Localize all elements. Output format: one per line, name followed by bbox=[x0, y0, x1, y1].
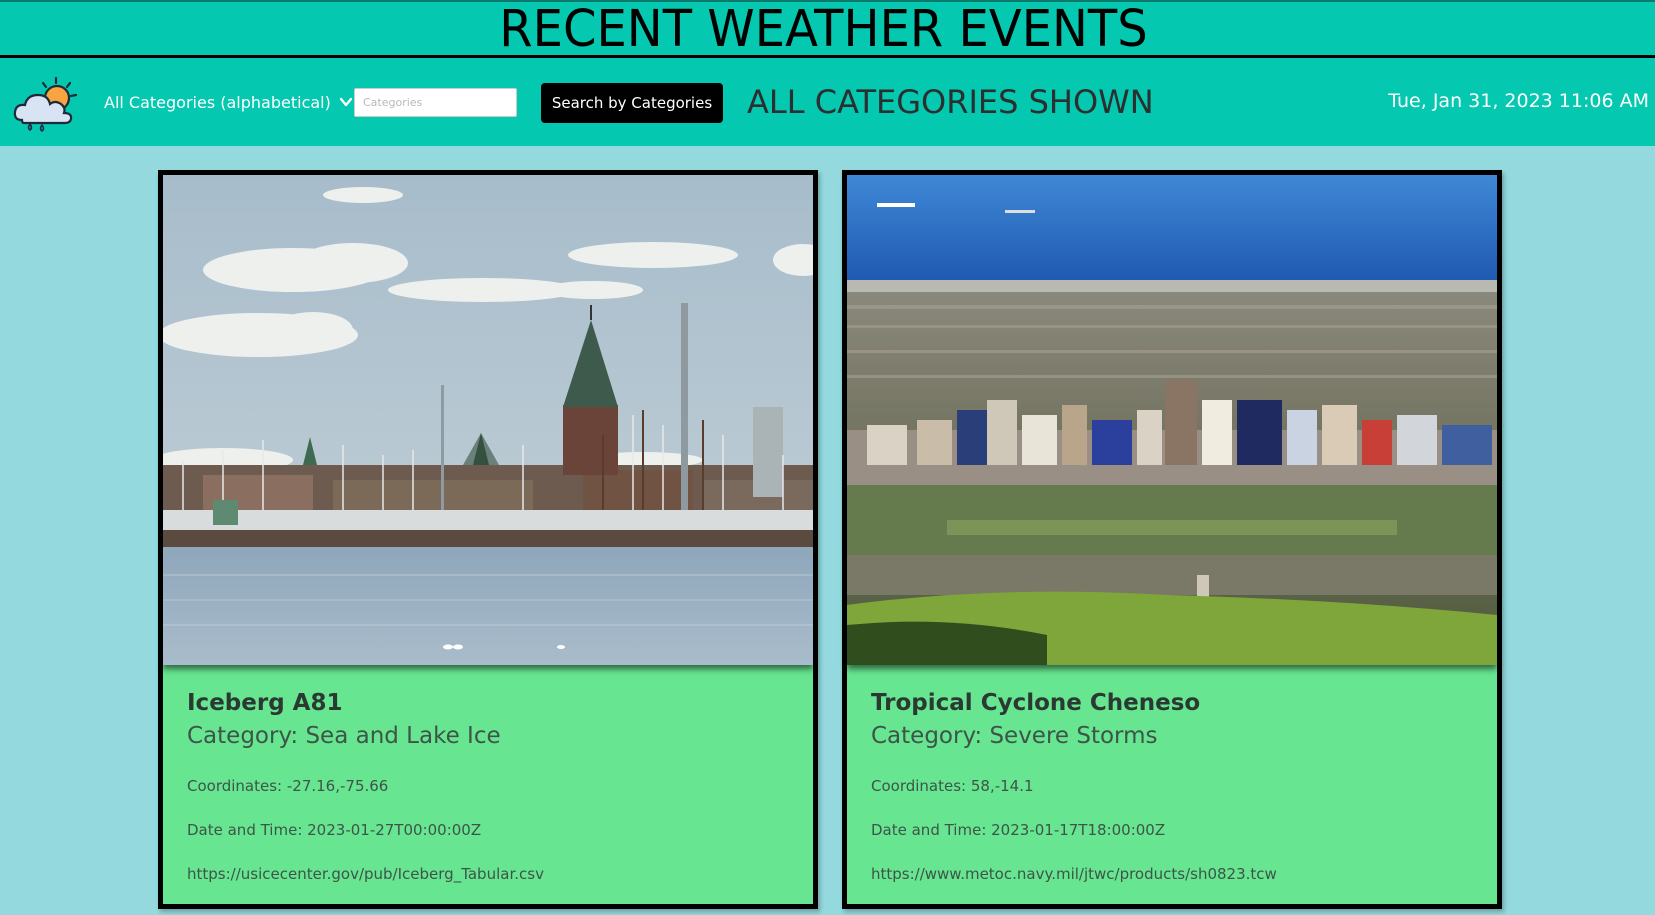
filter-status-heading: ALL CATEGORIES SHOWN bbox=[747, 83, 1154, 121]
search-by-categories-button[interactable]: Search by Categories bbox=[541, 83, 723, 123]
event-coordinates: Coordinates: 58,-14.1 bbox=[871, 777, 1034, 795]
event-category: Category: Severe Storms bbox=[871, 723, 1158, 749]
cloud-sun-rain-icon bbox=[13, 76, 78, 132]
nav-bar: All Categories (alphabetical) Search by … bbox=[0, 58, 1655, 146]
event-datetime: Date and Time: 2023-01-17T18:00:00Z bbox=[871, 821, 1166, 839]
event-category: Category: Sea and Lake Ice bbox=[187, 723, 501, 749]
category-search-input[interactable] bbox=[354, 88, 517, 117]
harbor-town-photo bbox=[163, 175, 813, 665]
event-card-body: Tropical Cyclone Cheneso Category: Sever… bbox=[871, 690, 1477, 883]
event-card-body: Iceberg A81 Category: Sea and Lake Ice C… bbox=[187, 690, 793, 883]
chevron-down-icon bbox=[339, 97, 353, 107]
event-card: Iceberg A81 Category: Sea and Lake Ice C… bbox=[158, 170, 818, 909]
event-coordinates: Coordinates: -27.16,-75.66 bbox=[187, 777, 389, 795]
event-source-link[interactable]: https://www.metoc.navy.mil/jtwc/products… bbox=[871, 865, 1477, 883]
event-name: Iceberg A81 bbox=[187, 690, 343, 716]
event-datetime: Date and Time: 2023-01-27T00:00:00Z bbox=[187, 821, 482, 839]
event-name: Tropical Cyclone Cheneso bbox=[871, 690, 1201, 716]
title-bar: RECENT WEATHER EVENTS bbox=[0, 0, 1655, 58]
event-card: Tropical Cyclone Cheneso Category: Sever… bbox=[842, 170, 1502, 909]
category-select[interactable]: All Categories (alphabetical) bbox=[104, 88, 353, 116]
page-title: RECENT WEATHER EVENTS bbox=[499, 0, 1148, 58]
event-source-link[interactable]: https://usicecenter.gov/pub/Iceberg_Tabu… bbox=[187, 865, 793, 883]
current-datetime: Tue, Jan 31, 2023 11:06 AM bbox=[1388, 90, 1649, 112]
coastal-city-photo bbox=[847, 175, 1497, 665]
category-select-label: All Categories (alphabetical) bbox=[104, 92, 331, 112]
